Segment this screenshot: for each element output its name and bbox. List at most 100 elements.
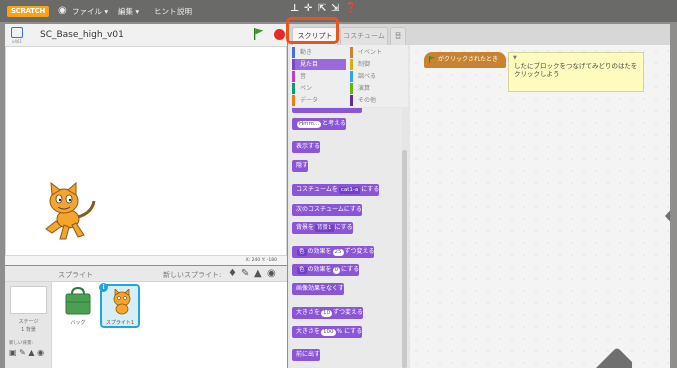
change-size-input[interactable]: 10	[321, 310, 333, 317]
block-set-size[interactable]: 大きさを 100% にする	[292, 326, 363, 338]
block-hide[interactable]: 隠す	[292, 160, 309, 172]
stage-header: v461 SC_Base_high_v01	[5, 24, 287, 46]
stage-label: ステージ	[18, 319, 39, 325]
hat-flag-icon	[429, 56, 435, 63]
script-comment[interactable]: ▼ したにブロックをつなげてみどりのはたをクリックしよう	[508, 52, 644, 92]
block-next-costume[interactable]: 次のコスチュームにする	[292, 204, 362, 216]
backdrop-paint-icon[interactable]: ✎	[19, 348, 26, 357]
version-label: v461	[12, 39, 23, 44]
think-input[interactable]: Hmm...	[297, 121, 322, 128]
menu-about[interactable]: 説明	[177, 6, 192, 17]
block-switch-backdrop[interactable]: 背景を 背景1 にする	[292, 222, 353, 234]
block-switch-costume[interactable]: コスチュームを cat1-a にする	[292, 184, 380, 196]
comment-text: したにブロックをつなげてみどりのはたをクリックしよう	[514, 62, 638, 78]
change-effect-input[interactable]: 25	[332, 249, 344, 256]
info-icon[interactable]: i	[99, 283, 108, 292]
duplicate-icon[interactable]: ⊥	[290, 3, 299, 14]
block-change-effect[interactable]: 色の効果を 25 ずつ変える	[292, 246, 375, 258]
category-looks[interactable]: 見た目	[292, 59, 346, 70]
set-size-suffix: % にする	[336, 328, 363, 335]
category-operators[interactable]: 演算	[350, 83, 404, 94]
fullscreen-icon[interactable]	[11, 27, 23, 38]
set-size-input[interactable]: 100	[321, 329, 336, 336]
category-control[interactable]: 制御	[350, 59, 404, 70]
zoom-corner-icon[interactable]	[596, 347, 632, 368]
set-effect-dropdown[interactable]: 色	[297, 267, 307, 274]
set-effect-mid: の効果を	[307, 266, 332, 273]
camera-icon[interactable]: ◉	[267, 268, 276, 279]
when-flag-clicked-block[interactable]: がクリックされたとき	[424, 52, 506, 68]
tab-sounds[interactable]: 音	[390, 27, 406, 45]
category-sensing[interactable]: 調べる	[350, 71, 404, 82]
tab-costumes[interactable]: コスチューム	[340, 27, 388, 45]
block-clear-effects[interactable]: 画像効果をなくす	[292, 283, 345, 295]
menu-file[interactable]: ファイル ▾	[72, 6, 108, 17]
change-effect-dropdown[interactable]: 色	[297, 249, 307, 256]
backdrop-library-icon[interactable]: ▣	[9, 348, 17, 357]
backdrop-camera-icon[interactable]: ◉	[37, 348, 44, 357]
script-area[interactable]	[410, 45, 677, 368]
globe-icon[interactable]: ◉	[58, 5, 67, 16]
tab-bar: スクリプト コスチューム 音	[288, 24, 677, 45]
switch-backdrop-prefix: 背景を	[296, 224, 315, 231]
bag-icon	[65, 286, 91, 315]
mouse-coords: X: 240 Y: -180	[5, 256, 287, 265]
menu-edit[interactable]: 編集 ▾	[118, 6, 139, 17]
switch-costume-prefix: コスチュームを	[296, 186, 338, 193]
new-sprite-label: 新しいスプライト:	[163, 271, 222, 279]
scripts-tab-highlight	[286, 17, 339, 44]
sprite-pane: スプライト 新しいスプライト: ♦ ✎ ▲ ◉ ステージ 1 背景 新しい背景:…	[5, 266, 287, 368]
change-effect-suffix: ずつ変える	[344, 248, 375, 255]
menu-tips[interactable]: ヒント	[154, 6, 177, 17]
sprite-pane-header: スプライト 新しいスプライト: ♦ ✎ ▲ ◉	[5, 266, 287, 282]
sprite-library-icon[interactable]: ♦	[228, 268, 237, 279]
block-cut-off[interactable]	[292, 108, 362, 113]
cat-sprite-icon[interactable]	[38, 181, 102, 243]
set-size-prefix: 大きさを	[296, 328, 321, 335]
block-go-front[interactable]: 前に出す	[292, 349, 321, 361]
stage-thumbnail[interactable]	[10, 286, 47, 314]
category-sound[interactable]: 音	[292, 71, 346, 82]
sprite-label-cat: スプライト1	[105, 320, 135, 326]
switch-backdrop-suffix: にする	[334, 224, 353, 231]
menu-bar: SCRATCH ◉ ファイル ▾ 編集 ▾ ヒント 説明 ⊥ ✛ ⇱ ⇲ ❓	[0, 0, 677, 22]
project-name[interactable]: SC_Base_high_v01	[40, 30, 124, 40]
palette-scrollbar[interactable]	[402, 150, 407, 368]
set-effect-input[interactable]: 0	[332, 267, 341, 274]
upload-icon[interactable]: ▲	[254, 268, 262, 279]
grow-icon[interactable]: ⇱	[318, 3, 326, 14]
backdrop-count: 1 背景	[21, 327, 36, 333]
shrink-icon[interactable]: ⇲	[331, 3, 339, 14]
delete-icon[interactable]: ✛	[304, 3, 312, 14]
change-effect-mid: の効果を	[307, 248, 332, 255]
collapse-icon[interactable]: ▼	[513, 54, 517, 62]
sprite-pane-title: スプライト	[58, 271, 93, 279]
block-set-effect[interactable]: 色の効果を 0 にする	[292, 264, 360, 276]
block-change-size[interactable]: 大きさを 10 ずつ変える	[292, 307, 363, 319]
new-backdrop-label: 新しい背景:	[9, 341, 34, 346]
change-size-suffix: ずつ変える	[333, 309, 363, 316]
blocks-palette: Hmm... と考える 表示する 隠す コスチュームを cat1-a にする 次のコス…	[290, 108, 402, 368]
scratch-logo[interactable]: SCRATCH	[7, 6, 49, 17]
category-data[interactable]: データ	[292, 95, 346, 106]
stage-column[interactable]: ステージ 1 背景 新しい背景: ▣ ✎ ▲ ◉	[5, 282, 52, 368]
costume-dropdown[interactable]: cat1-a	[338, 187, 361, 194]
backdrop-dropdown[interactable]: 背景1	[315, 225, 334, 232]
backdrop-upload-icon[interactable]: ▲	[28, 348, 34, 357]
block-show[interactable]: 表示する	[292, 141, 321, 153]
block-think[interactable]: Hmm... と考える	[292, 118, 346, 130]
category-events[interactable]: イベント	[350, 47, 404, 58]
category-motion[interactable]: 動き	[292, 47, 346, 58]
new-backdrop-icons: ▣ ✎ ▲ ◉	[9, 348, 44, 357]
sprite-label-bag: バッグ	[70, 320, 86, 326]
stop-icon[interactable]	[274, 29, 285, 40]
paint-brush-icon[interactable]: ✎	[241, 268, 249, 279]
category-pen[interactable]: ペン	[292, 83, 346, 94]
stage-canvas[interactable]	[5, 46, 287, 256]
help-icon[interactable]: ❓	[345, 3, 357, 14]
green-flag-icon[interactable]	[254, 28, 264, 40]
set-effect-suffix: にする	[341, 266, 360, 273]
category-more[interactable]: その他	[350, 95, 404, 106]
window-edge	[670, 24, 677, 368]
switch-costume-suffix: にする	[361, 186, 380, 193]
